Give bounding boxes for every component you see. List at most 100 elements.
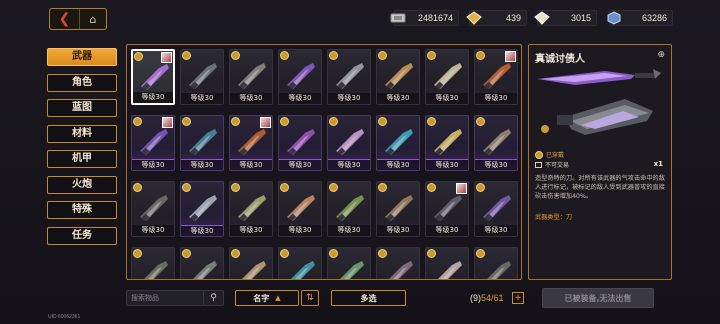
weapon-slot[interactable]: 等级30 (425, 49, 469, 105)
search-icon: ⚲ (210, 293, 217, 303)
weapon-slot[interactable]: 等级30 (327, 247, 371, 279)
weapon-icon (438, 261, 462, 279)
zoom-icon[interactable]: ⊕ (657, 50, 665, 60)
weapon-icon (434, 129, 462, 156)
weapon-slot[interactable]: 等级30 (229, 115, 273, 171)
weapon-slot[interactable]: 等级30 (131, 181, 175, 237)
equipped-badge-icon (182, 249, 191, 258)
multi-select-button[interactable]: 多选 (331, 290, 406, 306)
category-button[interactable]: 蓝图 (47, 99, 117, 117)
trade-label: 不可交易 (545, 162, 570, 169)
capacity-value: 54/61 (481, 293, 504, 303)
equipped-badge-icon (378, 51, 387, 60)
weapon-icon (291, 261, 315, 279)
equipped-badge-icon (476, 117, 485, 126)
weapon-slot[interactable]: 等级30 (278, 181, 322, 237)
weapon-slot[interactable]: 等级30 (131, 115, 175, 171)
item-level: 等级30 (475, 225, 517, 236)
weapon-slot[interactable]: 等级30 (474, 49, 518, 105)
weapon-slot[interactable]: 等级30 (229, 49, 273, 105)
weapon-slot[interactable]: 等级30 (376, 181, 420, 237)
weapon-icon (336, 63, 364, 90)
weapon-slot[interactable]: 等级30 (278, 115, 322, 171)
back-button[interactable]: ❮ (50, 9, 80, 29)
item-level: 等级30 (181, 225, 223, 236)
item-level: 等级30 (475, 159, 517, 170)
equipped-badge-icon (378, 249, 387, 258)
equipped-badge-icon (280, 117, 289, 126)
inventory-grid-panel: 等级30 等级30 等级30 等级30 等级30 等级30 等级30 等级30 等级30 等级30… (126, 44, 522, 280)
weapon-slot[interactable]: 等级30 (180, 181, 224, 237)
weapon-slot[interactable]: 等级30 (229, 181, 273, 237)
equipped-badge-icon (182, 117, 191, 126)
weapon-slot[interactable]: 等级30 (278, 247, 322, 279)
weapon-slot[interactable]: 等级30 (327, 49, 371, 105)
no-trade-icon (535, 161, 542, 168)
home-button[interactable]: ⌂ (80, 9, 106, 29)
sort-label: 名字 (253, 293, 270, 303)
blue-cube-icon (604, 8, 624, 28)
equipped-badge-icon (476, 249, 485, 258)
category-button[interactable]: 火炮 (47, 175, 117, 194)
weapon-slot[interactable]: 等级30 (425, 115, 469, 171)
weapon-slot[interactable]: 等级30 (425, 247, 469, 279)
triangle-up-icon: ▲ (275, 294, 281, 302)
sell-button[interactable]: 已被装备,无法出售 (542, 288, 654, 308)
weapon-slot[interactable]: 等级30 (425, 181, 469, 237)
category-button[interactable]: 武器 (47, 48, 117, 66)
equipped-badge-icon (476, 183, 485, 192)
sort-order-button[interactable]: ⇅ (301, 290, 319, 306)
category-button[interactable]: 角色 (47, 73, 117, 92)
search-button[interactable]: ⚲ (203, 291, 223, 305)
category-button[interactable]: 任务 (47, 226, 117, 245)
item-level: 等级30 (475, 93, 517, 104)
weapon-icon (483, 195, 511, 222)
sort-dropdown[interactable]: 名字 ▲ (235, 290, 299, 306)
search-input[interactable] (127, 291, 205, 305)
currency-blue-cube: 63286 (607, 10, 673, 26)
category-button[interactable]: 机甲 (47, 150, 117, 168)
weapon-slot[interactable]: 等级30 (474, 247, 518, 279)
expand-capacity-button[interactable]: + (512, 292, 524, 304)
item-level: 等级30 (181, 159, 223, 170)
weapon-icon (189, 195, 217, 222)
weapon-slot[interactable]: 等级30 (474, 115, 518, 171)
weapon-slot[interactable]: 等级30 (180, 49, 224, 105)
weapon-icon (434, 195, 462, 222)
weapon-slot[interactable]: 等级30 (376, 247, 420, 279)
character-portrait-icon (260, 117, 271, 128)
weapon-icon (389, 261, 413, 279)
weapon-slot[interactable]: 等级30 (180, 115, 224, 171)
weapon-icon (287, 63, 315, 90)
item-level: 等级30 (377, 93, 419, 104)
category-button[interactable]: 材料 (47, 124, 117, 143)
user-id: UID 60062361 (48, 314, 81, 320)
weapon-slot[interactable]: 等级30 (278, 49, 322, 105)
weapon-slot[interactable]: 等级30 (474, 181, 518, 237)
equipped-badge-icon (427, 249, 436, 258)
item-level: 等级30 (132, 225, 174, 236)
equipped-badge-icon (231, 51, 240, 60)
weapon-slot[interactable]: 等级30 (180, 247, 224, 279)
weapon-slot[interactable]: 等级30 (376, 49, 420, 105)
category-button[interactable]: 特殊 (47, 201, 117, 219)
weapon-icon (434, 63, 462, 90)
equipped-badge-icon (280, 183, 289, 192)
weapon-icon (385, 63, 413, 90)
weapon-icon (141, 64, 169, 91)
equipped-badge-icon (134, 52, 143, 61)
item-level: 等级30 (230, 225, 272, 236)
weapon-slot[interactable]: 等级30 (229, 247, 273, 279)
item-level: 等级30 (230, 159, 272, 170)
weapon-icon (189, 63, 217, 90)
item-level: 等级30 (279, 159, 321, 170)
weapon-slot[interactable]: 等级30 (131, 49, 175, 105)
weapon-slot[interactable]: 等级30 (327, 115, 371, 171)
weapon-icon (144, 261, 168, 279)
weapon-icon (385, 195, 413, 222)
weapon-slot[interactable]: 等级30 (376, 115, 420, 171)
weapon-slot[interactable]: 等级30 (327, 181, 371, 237)
character-portrait-icon (161, 52, 172, 63)
item-level: 等级30 (328, 225, 370, 236)
weapon-slot[interactable]: 等级30 (131, 247, 175, 279)
